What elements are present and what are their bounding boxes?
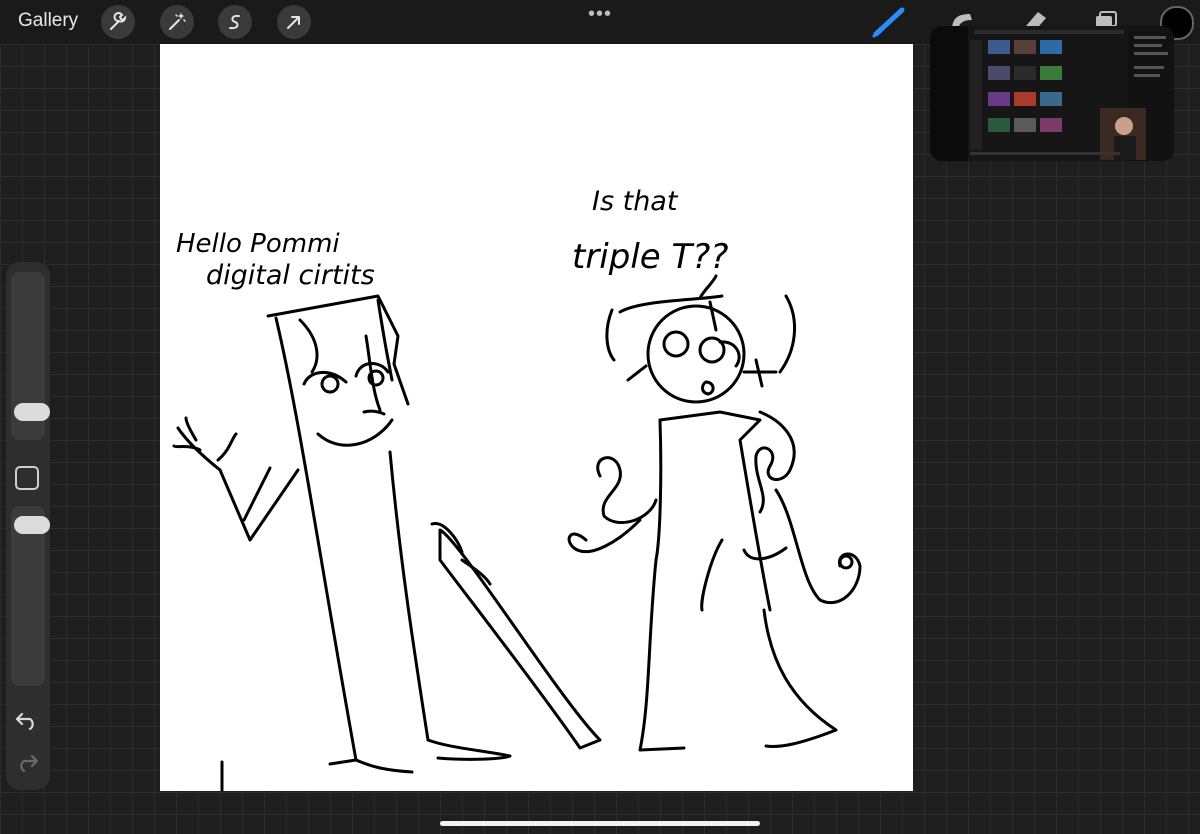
brush-size-slider[interactable] bbox=[11, 272, 50, 440]
brush-button[interactable] bbox=[872, 6, 908, 43]
picture-in-picture-video[interactable] bbox=[930, 26, 1174, 161]
opacity-slider[interactable] bbox=[11, 506, 50, 686]
opacity-knob[interactable] bbox=[14, 516, 50, 534]
handwriting-left-line1: Hello Pommi bbox=[176, 229, 340, 259]
brush-size-knob[interactable] bbox=[14, 403, 50, 421]
drawing-canvas[interactable]: Hello Pommi digital cirtits Is that trip… bbox=[160, 44, 913, 791]
sketch-drawing: Hello Pommi digital cirtits Is that trip… bbox=[172, 186, 862, 791]
handwriting-right-line2: triple T?? bbox=[572, 237, 728, 277]
wrench-icon bbox=[110, 12, 127, 30]
more-options-button[interactable]: ••• bbox=[588, 3, 612, 26]
selection-icon bbox=[229, 14, 240, 30]
transform-arrow-icon bbox=[287, 16, 300, 29]
handwriting-right-line1: Is that bbox=[592, 186, 679, 217]
brush-icon bbox=[872, 7, 905, 38]
magic-wand-icon bbox=[169, 13, 186, 30]
selection-button[interactable] bbox=[218, 5, 252, 39]
handwriting-left-line2: digital cirtits bbox=[206, 260, 375, 291]
video-thumbnail bbox=[930, 26, 1174, 161]
left-sidebar bbox=[6, 262, 50, 790]
adjustments-button[interactable] bbox=[160, 5, 194, 39]
eyedropper-square-button[interactable] bbox=[15, 466, 39, 490]
redo-icon[interactable] bbox=[14, 750, 40, 772]
transform-button[interactable] bbox=[277, 5, 311, 39]
gallery-button[interactable]: Gallery bbox=[18, 10, 78, 32]
undo-icon[interactable] bbox=[14, 708, 40, 730]
home-indicator[interactable] bbox=[440, 821, 760, 826]
wrench-button[interactable] bbox=[101, 5, 135, 39]
